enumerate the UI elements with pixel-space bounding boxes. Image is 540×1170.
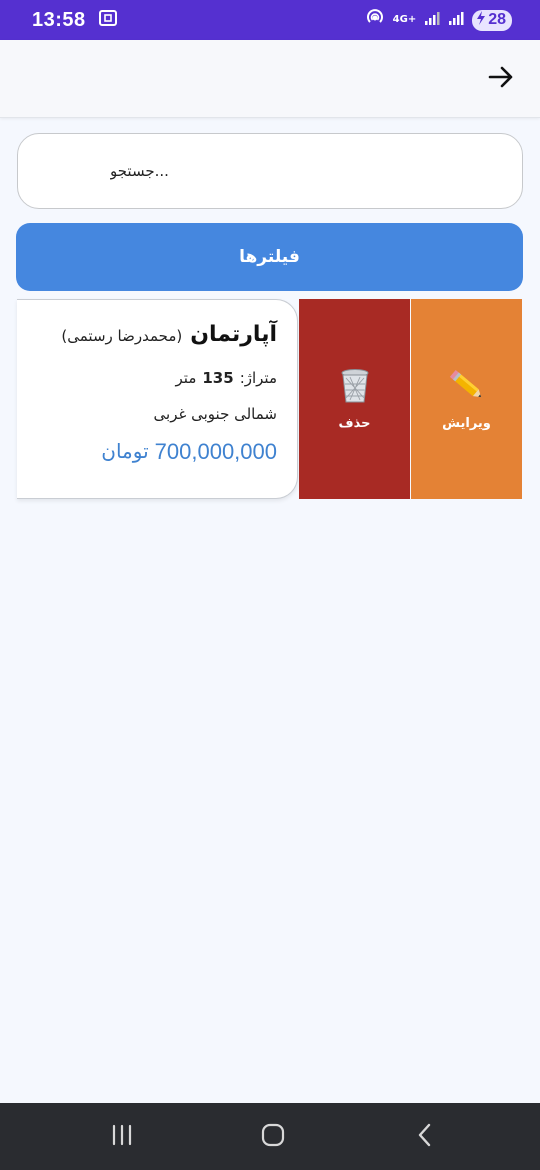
search-box[interactable]: [17, 133, 523, 209]
delete-label: حذف: [338, 415, 371, 431]
battery-level: 28: [488, 11, 506, 28]
pencil-icon: [448, 368, 486, 408]
filters-button[interactable]: فیلترها: [16, 223, 523, 291]
price-value: 700,000,000: [154, 439, 277, 464]
status-bar: 13:58 4G+ 28: [0, 0, 540, 40]
status-time: 13:58: [32, 8, 86, 31]
area-label: متراژ:: [239, 369, 277, 387]
signal-icon: [424, 10, 440, 30]
battery-indicator: 28: [472, 9, 512, 31]
home-button[interactable]: [253, 1121, 293, 1153]
back-chevron-icon: [415, 1122, 435, 1152]
search-input[interactable]: [18, 134, 522, 208]
app-bar: [0, 40, 540, 118]
delete-button[interactable]: حذف: [299, 299, 410, 499]
network-type-label: 4G+: [392, 14, 417, 25]
listing-title-row: آپارتمان (محمدرضا رستمی): [31, 322, 277, 347]
home-icon: [260, 1122, 286, 1152]
property-type: آپارتمان: [190, 322, 277, 347]
battery-charging-icon: [476, 10, 486, 30]
edit-button[interactable]: ویرایش: [411, 299, 522, 499]
screenshot-icon: [98, 9, 118, 31]
edit-label: ویرایش: [442, 415, 491, 431]
area-value: 135: [202, 369, 234, 387]
listing-card[interactable]: آپارتمان (محمدرضا رستمی) متراژ: 135 متر …: [17, 299, 298, 499]
filters-button-label: فیلترها: [239, 247, 300, 267]
direction-text: شمالی جنوبی غربی: [153, 405, 277, 423]
recents-icon: [110, 1124, 134, 1150]
signal-icon: [448, 10, 464, 30]
system-nav-bar: [0, 1103, 540, 1170]
price-row: 700,000,000 تومان: [31, 439, 277, 465]
hotspot-icon: [365, 8, 385, 32]
area-row: متراژ: 135 متر: [31, 369, 277, 387]
area-unit: متر: [175, 369, 197, 387]
back-button[interactable]: [486, 64, 516, 94]
trash-icon: [339, 368, 371, 408]
price-currency: تومان: [101, 439, 149, 463]
owner-name: (محمدرضا رستمی): [61, 327, 183, 345]
recents-button[interactable]: [102, 1121, 142, 1153]
arrow-right-icon: [487, 63, 515, 95]
system-back-button[interactable]: [405, 1121, 445, 1153]
